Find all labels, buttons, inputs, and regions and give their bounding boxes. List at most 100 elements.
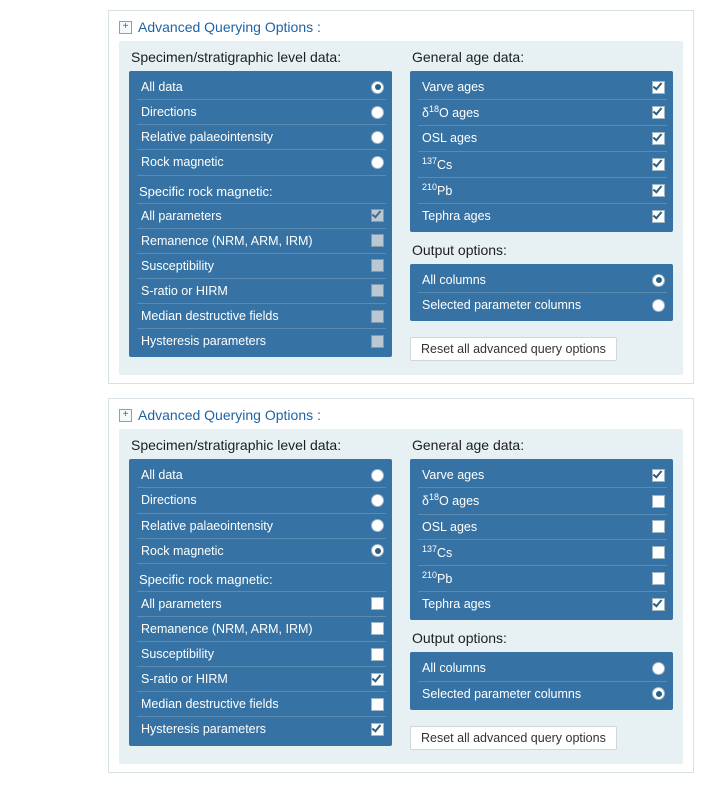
checkbox-icon[interactable]	[652, 81, 665, 94]
age-row-tephra[interactable]: Tephra ages	[418, 591, 667, 616]
specimen-row-all-data[interactable]: All data	[137, 75, 386, 99]
specimen-title: Specimen/stratigraphic level data:	[131, 437, 392, 453]
specimen-row-all-data[interactable]: All data	[137, 463, 386, 487]
reset-button[interactable]: Reset all advanced query options	[410, 726, 617, 750]
advanced-header-label: Advanced Querying Options :	[138, 407, 321, 423]
radio-icon[interactable]	[371, 494, 384, 507]
checkbox-icon[interactable]	[652, 495, 665, 508]
age-row-210pb[interactable]: 210Pb	[418, 177, 667, 203]
checkbox-icon[interactable]	[371, 234, 384, 247]
right-col: General age data: Varve ages δ18O ages	[410, 47, 673, 361]
specific-row-sratio[interactable]: S-ratio or HIRM	[137, 278, 386, 303]
radio-icon[interactable]	[652, 687, 665, 700]
panel-a-wrap: (a) + Advanced Querying Options : Specim…	[18, 10, 694, 384]
age-row-137cs[interactable]: 137Cs	[418, 151, 667, 177]
specific-row-remanence[interactable]: Remanence (NRM, ARM, IRM)	[137, 616, 386, 641]
right-col: General age data: Varve ages δ18O ages	[410, 435, 673, 749]
specimen-row-directions[interactable]: Directions	[137, 99, 386, 124]
panel-b-wrap: (b) + Advanced Querying Options : Specim…	[18, 398, 694, 772]
age-row-tephra[interactable]: Tephra ages	[418, 203, 667, 228]
radio-icon[interactable]	[652, 299, 665, 312]
specimen-box: All data Directions Relative palaeointen…	[129, 71, 392, 357]
radio-icon[interactable]	[371, 469, 384, 482]
checkbox-icon[interactable]	[652, 184, 665, 197]
radio-icon[interactable]	[371, 131, 384, 144]
specimen-row-directions[interactable]: Directions	[137, 487, 386, 512]
specimen-box: All data Directions Relative palaeointen…	[129, 459, 392, 745]
age-row-d18o[interactable]: δ18O ages	[418, 487, 667, 513]
specific-row-all[interactable]: All parameters	[137, 203, 386, 228]
advanced-header[interactable]: + Advanced Querying Options :	[119, 405, 683, 425]
specific-subtitle: Specific rock magnetic:	[137, 563, 386, 591]
checkbox-icon[interactable]	[371, 673, 384, 686]
age-row-osl[interactable]: OSL ages	[418, 514, 667, 539]
age-row-d18o[interactable]: δ18O ages	[418, 99, 667, 125]
radio-icon[interactable]	[652, 662, 665, 675]
panel-b: + Advanced Querying Options : Specimen/s…	[108, 398, 694, 772]
specific-row-mdf[interactable]: Median destructive fields	[137, 303, 386, 328]
age-title: General age data:	[412, 49, 673, 65]
radio-icon[interactable]	[371, 156, 384, 169]
checkbox-icon[interactable]	[371, 335, 384, 348]
radio-icon[interactable]	[652, 274, 665, 287]
checkbox-icon[interactable]	[652, 158, 665, 171]
expand-icon[interactable]: +	[119, 409, 132, 422]
checkbox-icon[interactable]	[371, 597, 384, 610]
specific-subtitle: Specific rock magnetic:	[137, 175, 386, 203]
reset-button[interactable]: Reset all advanced query options	[410, 337, 617, 361]
output-row-all[interactable]: All columns	[418, 268, 667, 292]
specimen-row-rockmag[interactable]: Rock magnetic	[137, 538, 386, 563]
checkbox-icon[interactable]	[652, 598, 665, 611]
age-row-varve[interactable]: Varve ages	[418, 75, 667, 99]
specific-row-sratio[interactable]: S-ratio or HIRM	[137, 666, 386, 691]
checkbox-icon[interactable]	[371, 209, 384, 222]
left-col: Specimen/stratigraphic level data: All d…	[129, 47, 392, 367]
specimen-title: Specimen/stratigraphic level data:	[131, 49, 392, 65]
radio-icon[interactable]	[371, 544, 384, 557]
figure-root: (a) + Advanced Querying Options : Specim…	[0, 0, 712, 799]
panel-a: + Advanced Querying Options : Specimen/s…	[108, 10, 694, 384]
specific-row-susceptibility[interactable]: Susceptibility	[137, 253, 386, 278]
expand-icon[interactable]: +	[119, 21, 132, 34]
age-title: General age data:	[412, 437, 673, 453]
specific-row-hysteresis[interactable]: Hysteresis parameters	[137, 328, 386, 353]
checkbox-icon[interactable]	[371, 284, 384, 297]
age-row-varve[interactable]: Varve ages	[418, 463, 667, 487]
specific-row-susceptibility[interactable]: Susceptibility	[137, 641, 386, 666]
output-row-all[interactable]: All columns	[418, 656, 667, 680]
radio-icon[interactable]	[371, 106, 384, 119]
specific-row-remanence[interactable]: Remanence (NRM, ARM, IRM)	[137, 228, 386, 253]
specific-row-mdf[interactable]: Median destructive fields	[137, 691, 386, 716]
checkbox-icon[interactable]	[371, 622, 384, 635]
advanced-header[interactable]: + Advanced Querying Options :	[119, 17, 683, 37]
specific-row-hysteresis[interactable]: Hysteresis parameters	[137, 716, 386, 741]
output-row-selected[interactable]: Selected parameter columns	[418, 681, 667, 706]
specimen-row-rpi[interactable]: Relative palaeointensity	[137, 513, 386, 538]
output-box: All columns Selected parameter columns	[410, 652, 673, 709]
checkbox-icon[interactable]	[652, 106, 665, 119]
advanced-header-label: Advanced Querying Options :	[138, 19, 321, 35]
checkbox-icon[interactable]	[371, 723, 384, 736]
checkbox-icon[interactable]	[652, 520, 665, 533]
output-title: Output options:	[412, 630, 673, 646]
checkbox-icon[interactable]	[371, 698, 384, 711]
age-row-osl[interactable]: OSL ages	[418, 125, 667, 150]
output-row-selected[interactable]: Selected parameter columns	[418, 292, 667, 317]
specimen-row-rpi[interactable]: Relative palaeointensity	[137, 124, 386, 149]
checkbox-icon[interactable]	[371, 648, 384, 661]
checkbox-icon[interactable]	[652, 469, 665, 482]
age-box: Varve ages δ18O ages OSL ages	[410, 71, 673, 232]
checkbox-icon[interactable]	[371, 259, 384, 272]
checkbox-icon[interactable]	[652, 132, 665, 145]
specimen-row-rockmag[interactable]: Rock magnetic	[137, 149, 386, 174]
output-box: All columns Selected parameter columns	[410, 264, 673, 321]
age-row-210pb[interactable]: 210Pb	[418, 565, 667, 591]
age-row-137cs[interactable]: 137Cs	[418, 539, 667, 565]
checkbox-icon[interactable]	[652, 210, 665, 223]
radio-icon[interactable]	[371, 519, 384, 532]
checkbox-icon[interactable]	[652, 572, 665, 585]
checkbox-icon[interactable]	[652, 546, 665, 559]
specific-row-all[interactable]: All parameters	[137, 591, 386, 616]
radio-icon[interactable]	[371, 81, 384, 94]
checkbox-icon[interactable]	[371, 310, 384, 323]
